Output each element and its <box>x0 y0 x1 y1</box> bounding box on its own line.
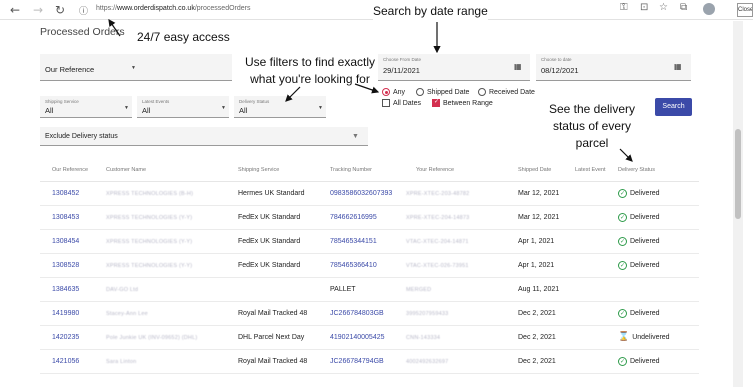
arrow-easy-access <box>108 19 121 37</box>
arrow-delivery-status <box>619 148 633 162</box>
arrow-filters-dropdowns <box>285 86 301 102</box>
annotation-arrows <box>108 19 633 162</box>
arrow-filters-options <box>354 83 380 94</box>
